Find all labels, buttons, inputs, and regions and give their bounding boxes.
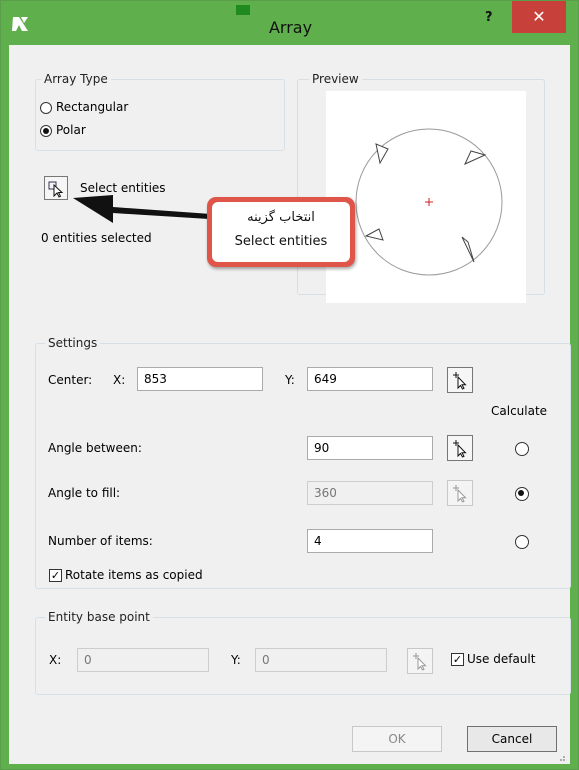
number-of-items-input[interactable]: 4 — [307, 529, 433, 553]
center-y-input[interactable]: 649 — [307, 367, 433, 391]
calculate-angle-between-radio[interactable] — [515, 442, 529, 456]
rectangular-radio[interactable] — [40, 102, 52, 114]
center-label: Center: — [48, 373, 93, 387]
calculate-number-of-items-radio[interactable] — [515, 535, 529, 549]
rectangular-radio-label[interactable]: Rectangular — [56, 100, 128, 114]
rotate-items-label[interactable]: Rotate items as copied — [65, 568, 203, 582]
angle-between-input[interactable]: 90 — [307, 436, 433, 460]
cancel-button[interactable]: Cancel — [467, 726, 557, 752]
cursor-pick-icon — [453, 440, 467, 458]
settings-group-label: Settings — [45, 336, 101, 350]
help-button[interactable]: ? — [485, 10, 493, 25]
center-pick-button[interactable] — [447, 367, 473, 393]
annotation-arrow-icon — [73, 195, 211, 223]
polar-radio-label[interactable]: Polar — [56, 123, 86, 137]
title-decoration — [236, 5, 250, 15]
callout-english-text: Select entities — [234, 234, 328, 249]
number-of-items-label: Number of items: — [48, 534, 153, 548]
angle-between-label: Angle between: — [48, 441, 142, 455]
triangle-item-2 — [463, 150, 487, 166]
calculate-angle-to-fill-radio[interactable] — [515, 487, 529, 501]
angle-to-fill-label: Angle to fill: — [48, 486, 121, 500]
base-point-y-input[interactable]: 0 — [255, 648, 387, 672]
title-bar[interactable]: Array ? ✕ — [1, 1, 578, 45]
array-type-group-label: Array Type — [41, 72, 111, 86]
angle-between-pick-button[interactable] — [447, 435, 473, 461]
angle-to-fill-pick-button[interactable] — [447, 480, 473, 506]
cursor-pick-icon — [453, 372, 467, 390]
preview-group-label: Preview — [309, 72, 362, 86]
annotation-callout: انتخاب گزینه Select entities — [207, 197, 355, 267]
center-y-label: Y: — [285, 373, 295, 387]
array-dialog: Array ? ✕ Array Type Rectangular Polar S… — [0, 0, 579, 770]
preview-drawing — [355, 128, 503, 276]
triangle-item-1 — [375, 143, 389, 165]
resize-grip-icon[interactable] — [556, 752, 566, 762]
rotate-items-checkbox[interactable]: ✓ — [49, 569, 62, 582]
center-x-label: X: — [113, 373, 126, 387]
use-default-label[interactable]: Use default — [467, 652, 535, 666]
close-button[interactable]: ✕ — [512, 1, 566, 33]
cursor-pick-icon — [453, 485, 467, 503]
callout-persian-text: انتخاب گزینه — [247, 210, 315, 225]
base-point-x-label: X: — [49, 653, 62, 667]
array-type-group — [35, 79, 285, 151]
center-x-input[interactable]: 853 — [137, 367, 263, 391]
base-point-group-label: Entity base point — [45, 610, 153, 624]
ok-button[interactable]: OK — [352, 726, 442, 752]
triangle-item-3 — [364, 228, 384, 241]
triangle-item-4 — [461, 236, 475, 263]
use-default-checkbox[interactable]: ✓ — [451, 653, 464, 666]
angle-to-fill-input[interactable]: 360 — [307, 481, 433, 505]
calculate-label: Calculate — [491, 404, 548, 418]
preview-canvas — [326, 91, 526, 303]
base-point-pick-button[interactable] — [407, 648, 433, 674]
callout-body: انتخاب گزینه Select entities — [212, 202, 350, 262]
base-point-x-input[interactable]: 0 — [77, 648, 209, 672]
base-point-y-label: Y: — [231, 653, 241, 667]
cursor-pick-icon — [413, 653, 427, 671]
polar-radio[interactable] — [40, 125, 52, 137]
center-marker-icon — [425, 198, 433, 206]
